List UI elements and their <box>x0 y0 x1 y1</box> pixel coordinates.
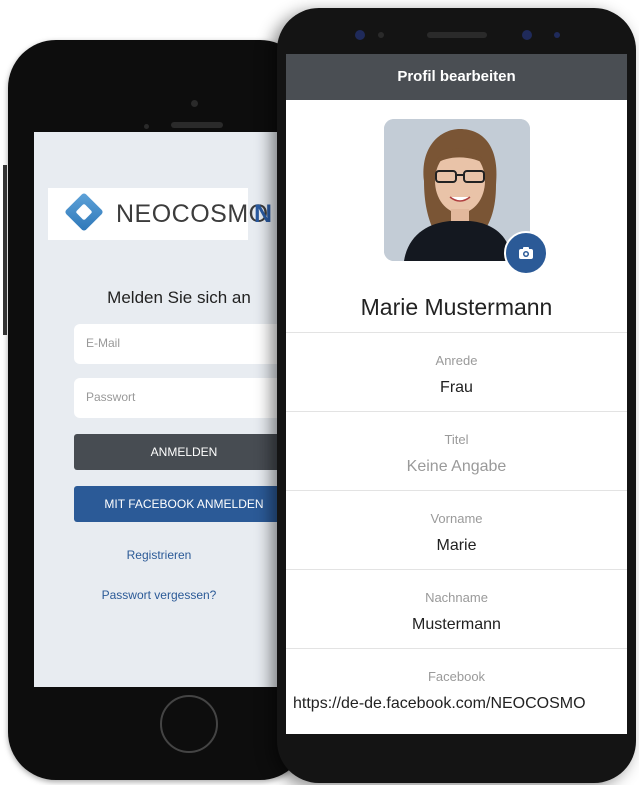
mute-switch <box>3 275 7 335</box>
proximity-sensor <box>144 124 149 129</box>
home-button[interactable] <box>160 695 218 753</box>
earpiece-speaker <box>427 32 487 38</box>
email-field[interactable]: E-Mail <box>74 324 284 364</box>
profile-screen: Profil bearbeiten Marie Mustermann Anred… <box>286 54 627 742</box>
field-label: Titel <box>444 432 469 447</box>
login-screen: NEOCOSMO N Melden Sie sich an E-Mail Pas… <box>34 132 284 687</box>
front-camera <box>355 30 365 40</box>
field-vorname[interactable]: Vorname Marie <box>286 490 627 569</box>
android-device: Profil bearbeiten Marie Mustermann Anred… <box>277 8 636 783</box>
field-anrede[interactable]: Anrede Frau <box>286 332 627 411</box>
field-titel[interactable]: Titel Keine Angabe <box>286 411 627 490</box>
field-label: Nachname <box>425 590 488 605</box>
iris-scanner <box>522 30 532 40</box>
password-field[interactable]: Passwort <box>74 378 284 418</box>
field-label: Vorname <box>430 511 483 526</box>
brand-logo: NEOCOSMO <box>48 188 268 240</box>
login-button[interactable]: ANMELDEN <box>74 434 284 470</box>
logo-text: NEOCOSMO <box>116 200 269 228</box>
field-nachname[interactable]: Nachname Mustermann <box>286 569 627 648</box>
logo-text-overflow: N <box>254 200 273 228</box>
sensor-dot <box>554 32 560 38</box>
page-title: Profil bearbeiten <box>286 54 627 100</box>
earpiece-speaker <box>171 122 223 128</box>
bottom-bezel <box>286 734 627 742</box>
neocosmo-logo-icon <box>64 192 104 232</box>
field-value: Mustermann <box>412 616 501 633</box>
sensor-dot <box>378 32 384 38</box>
register-link[interactable]: Registrieren <box>74 548 244 562</box>
field-facebook[interactable]: Facebook https://de-de.facebook.com/NEOC… <box>286 648 627 727</box>
camera-icon <box>519 247 533 259</box>
field-value: Marie <box>436 537 477 554</box>
field-label: Anrede <box>435 353 478 368</box>
front-camera <box>191 100 198 107</box>
field-label: Facebook <box>427 669 486 684</box>
field-value: Keine Angabe <box>406 458 507 475</box>
forgot-password-link[interactable]: Passwort vergessen? <box>74 588 244 602</box>
change-photo-button[interactable] <box>504 231 548 275</box>
facebook-login-button[interactable]: MIT FACEBOOK ANMELDEN <box>74 486 284 522</box>
field-value: https://de-de.facebook.com/NEOCOSMO <box>293 695 586 712</box>
login-title: Melden Sie sich an <box>107 288 251 307</box>
field-value: Frau <box>440 379 473 396</box>
volume-button <box>3 165 7 225</box>
iphone-device: NEOCOSMO N Melden Sie sich an E-Mail Pas… <box>3 40 308 780</box>
profile-name: Marie Mustermann <box>360 294 553 320</box>
